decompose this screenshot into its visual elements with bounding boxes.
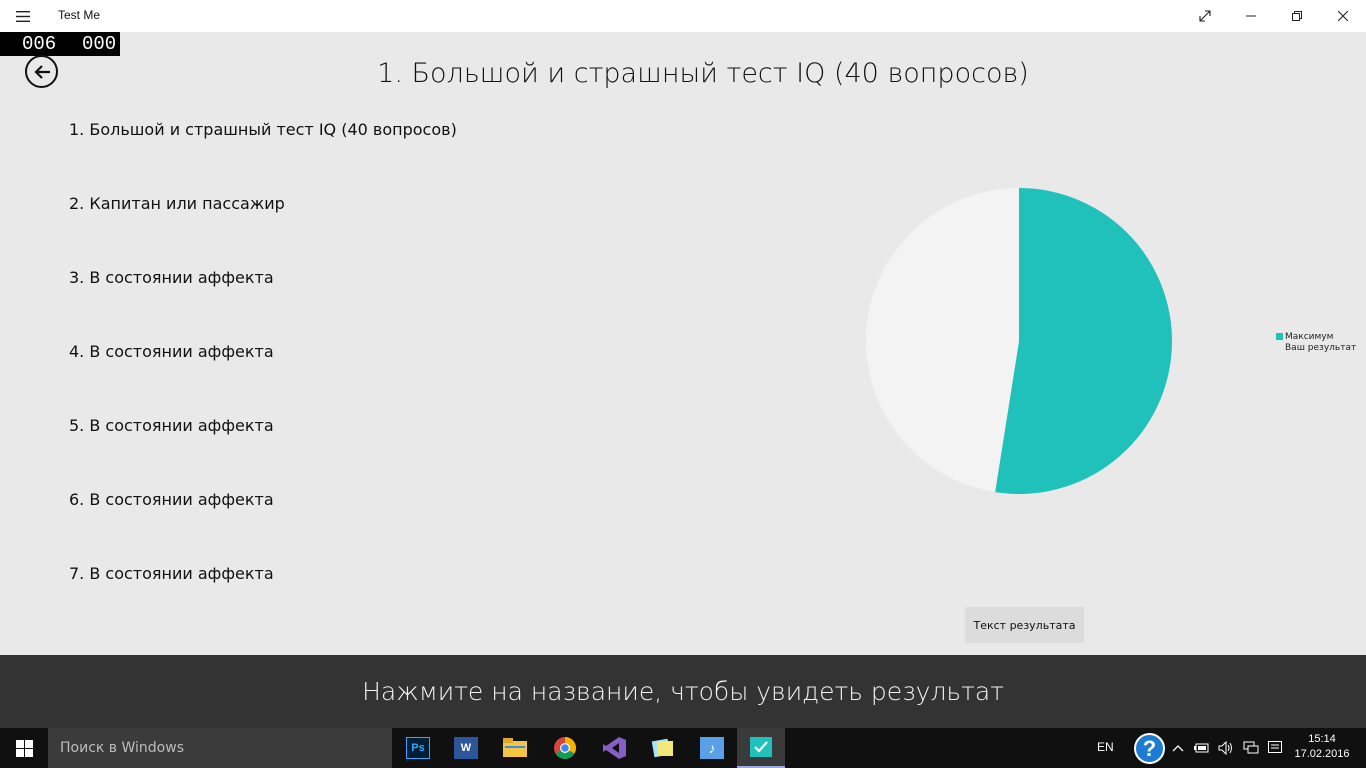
hint-bar: Нажмите на название, чтобы увидеть резул… bbox=[0, 655, 1366, 728]
minimize-icon bbox=[1246, 15, 1256, 17]
test-item[interactable]: 4. В состоянии аффекта bbox=[69, 342, 457, 416]
legend-item-max: Максимум bbox=[1276, 331, 1356, 342]
frame-counter: 006 000 bbox=[0, 32, 120, 56]
taskbar-clock[interactable]: 15:14 17.02.2016 bbox=[1290, 732, 1354, 762]
legend-swatch-max bbox=[1276, 333, 1283, 340]
title-bar: Test Me bbox=[0, 0, 1366, 32]
pie-slice-max bbox=[995, 188, 1173, 495]
counter-left: 006 bbox=[22, 33, 57, 55]
visual-studio-icon[interactable] bbox=[590, 728, 638, 768]
result-text-button[interactable]: Текст результата bbox=[965, 607, 1084, 643]
taskbar: Поиск в Windows Ps W ♪ EN ? 15:14 17.02.… bbox=[0, 728, 1366, 768]
sticky-notes-icon[interactable] bbox=[639, 728, 687, 768]
volume-icon[interactable] bbox=[1217, 740, 1235, 756]
language-indicator[interactable]: EN bbox=[1097, 740, 1114, 754]
expand-diagonal-icon bbox=[1199, 10, 1211, 22]
taskbar-search-input[interactable]: Поиск в Windows bbox=[48, 728, 392, 768]
chrome-icon[interactable] bbox=[541, 728, 589, 768]
clock-time: 15:14 bbox=[1308, 733, 1336, 745]
start-button[interactable] bbox=[0, 728, 48, 768]
restore-icon bbox=[1292, 11, 1302, 21]
minimize-button[interactable] bbox=[1228, 0, 1274, 32]
test-item[interactable]: 3. В состоянии аффекта bbox=[69, 268, 457, 342]
windows-logo-icon bbox=[15, 739, 33, 757]
close-icon bbox=[1338, 11, 1348, 21]
battery-icon[interactable] bbox=[1193, 740, 1211, 756]
test-item[interactable]: 7. В состоянии аффекта bbox=[69, 564, 457, 638]
chevron-up-icon[interactable] bbox=[1169, 740, 1187, 756]
photoshop-icon[interactable]: Ps bbox=[394, 728, 442, 768]
hint-text: Нажмите на название, чтобы увидеть резул… bbox=[362, 677, 1004, 706]
test-list: 1. Большой и страшный тест IQ (40 вопрос… bbox=[69, 120, 457, 638]
page-title: 1. Большой и страшный тест IQ (40 вопрос… bbox=[377, 58, 1029, 89]
test-item[interactable]: 5. В состоянии аффекта bbox=[69, 416, 457, 490]
chart-legend: Максимум Ваш результат bbox=[1276, 331, 1356, 353]
music-app-icon[interactable]: ♪ bbox=[688, 728, 736, 768]
help-icon[interactable]: ? bbox=[1134, 733, 1165, 764]
legend-label: Ваш результат bbox=[1285, 342, 1357, 353]
result-pie-chart bbox=[866, 188, 1173, 495]
legend-label: Максимум bbox=[1285, 331, 1334, 342]
file-explorer-icon[interactable] bbox=[491, 728, 539, 768]
counter-right: 000 bbox=[82, 33, 117, 55]
notifications-icon[interactable] bbox=[1266, 740, 1284, 756]
legend-item-your-result: Ваш результат bbox=[1276, 342, 1356, 353]
app-title: Test Me bbox=[58, 8, 101, 22]
test-me-app-icon[interactable] bbox=[737, 728, 785, 768]
test-item[interactable]: 2. Капитан или пассажир bbox=[69, 194, 457, 268]
test-item[interactable]: 1. Большой и страшный тест IQ (40 вопрос… bbox=[69, 120, 457, 194]
close-button[interactable] bbox=[1320, 0, 1366, 32]
hamburger-menu-icon[interactable] bbox=[10, 6, 36, 26]
legend-swatch-your-result bbox=[1276, 344, 1283, 351]
pie-slice-your-result bbox=[866, 188, 1019, 493]
expand-window-button[interactable] bbox=[1182, 0, 1228, 32]
test-item[interactable]: 6. В состоянии аффекта bbox=[69, 490, 457, 564]
clock-date: 17.02.2016 bbox=[1294, 748, 1350, 760]
restore-button[interactable] bbox=[1274, 0, 1320, 32]
word-icon[interactable]: W bbox=[442, 728, 490, 768]
network-icon[interactable] bbox=[1242, 740, 1260, 756]
